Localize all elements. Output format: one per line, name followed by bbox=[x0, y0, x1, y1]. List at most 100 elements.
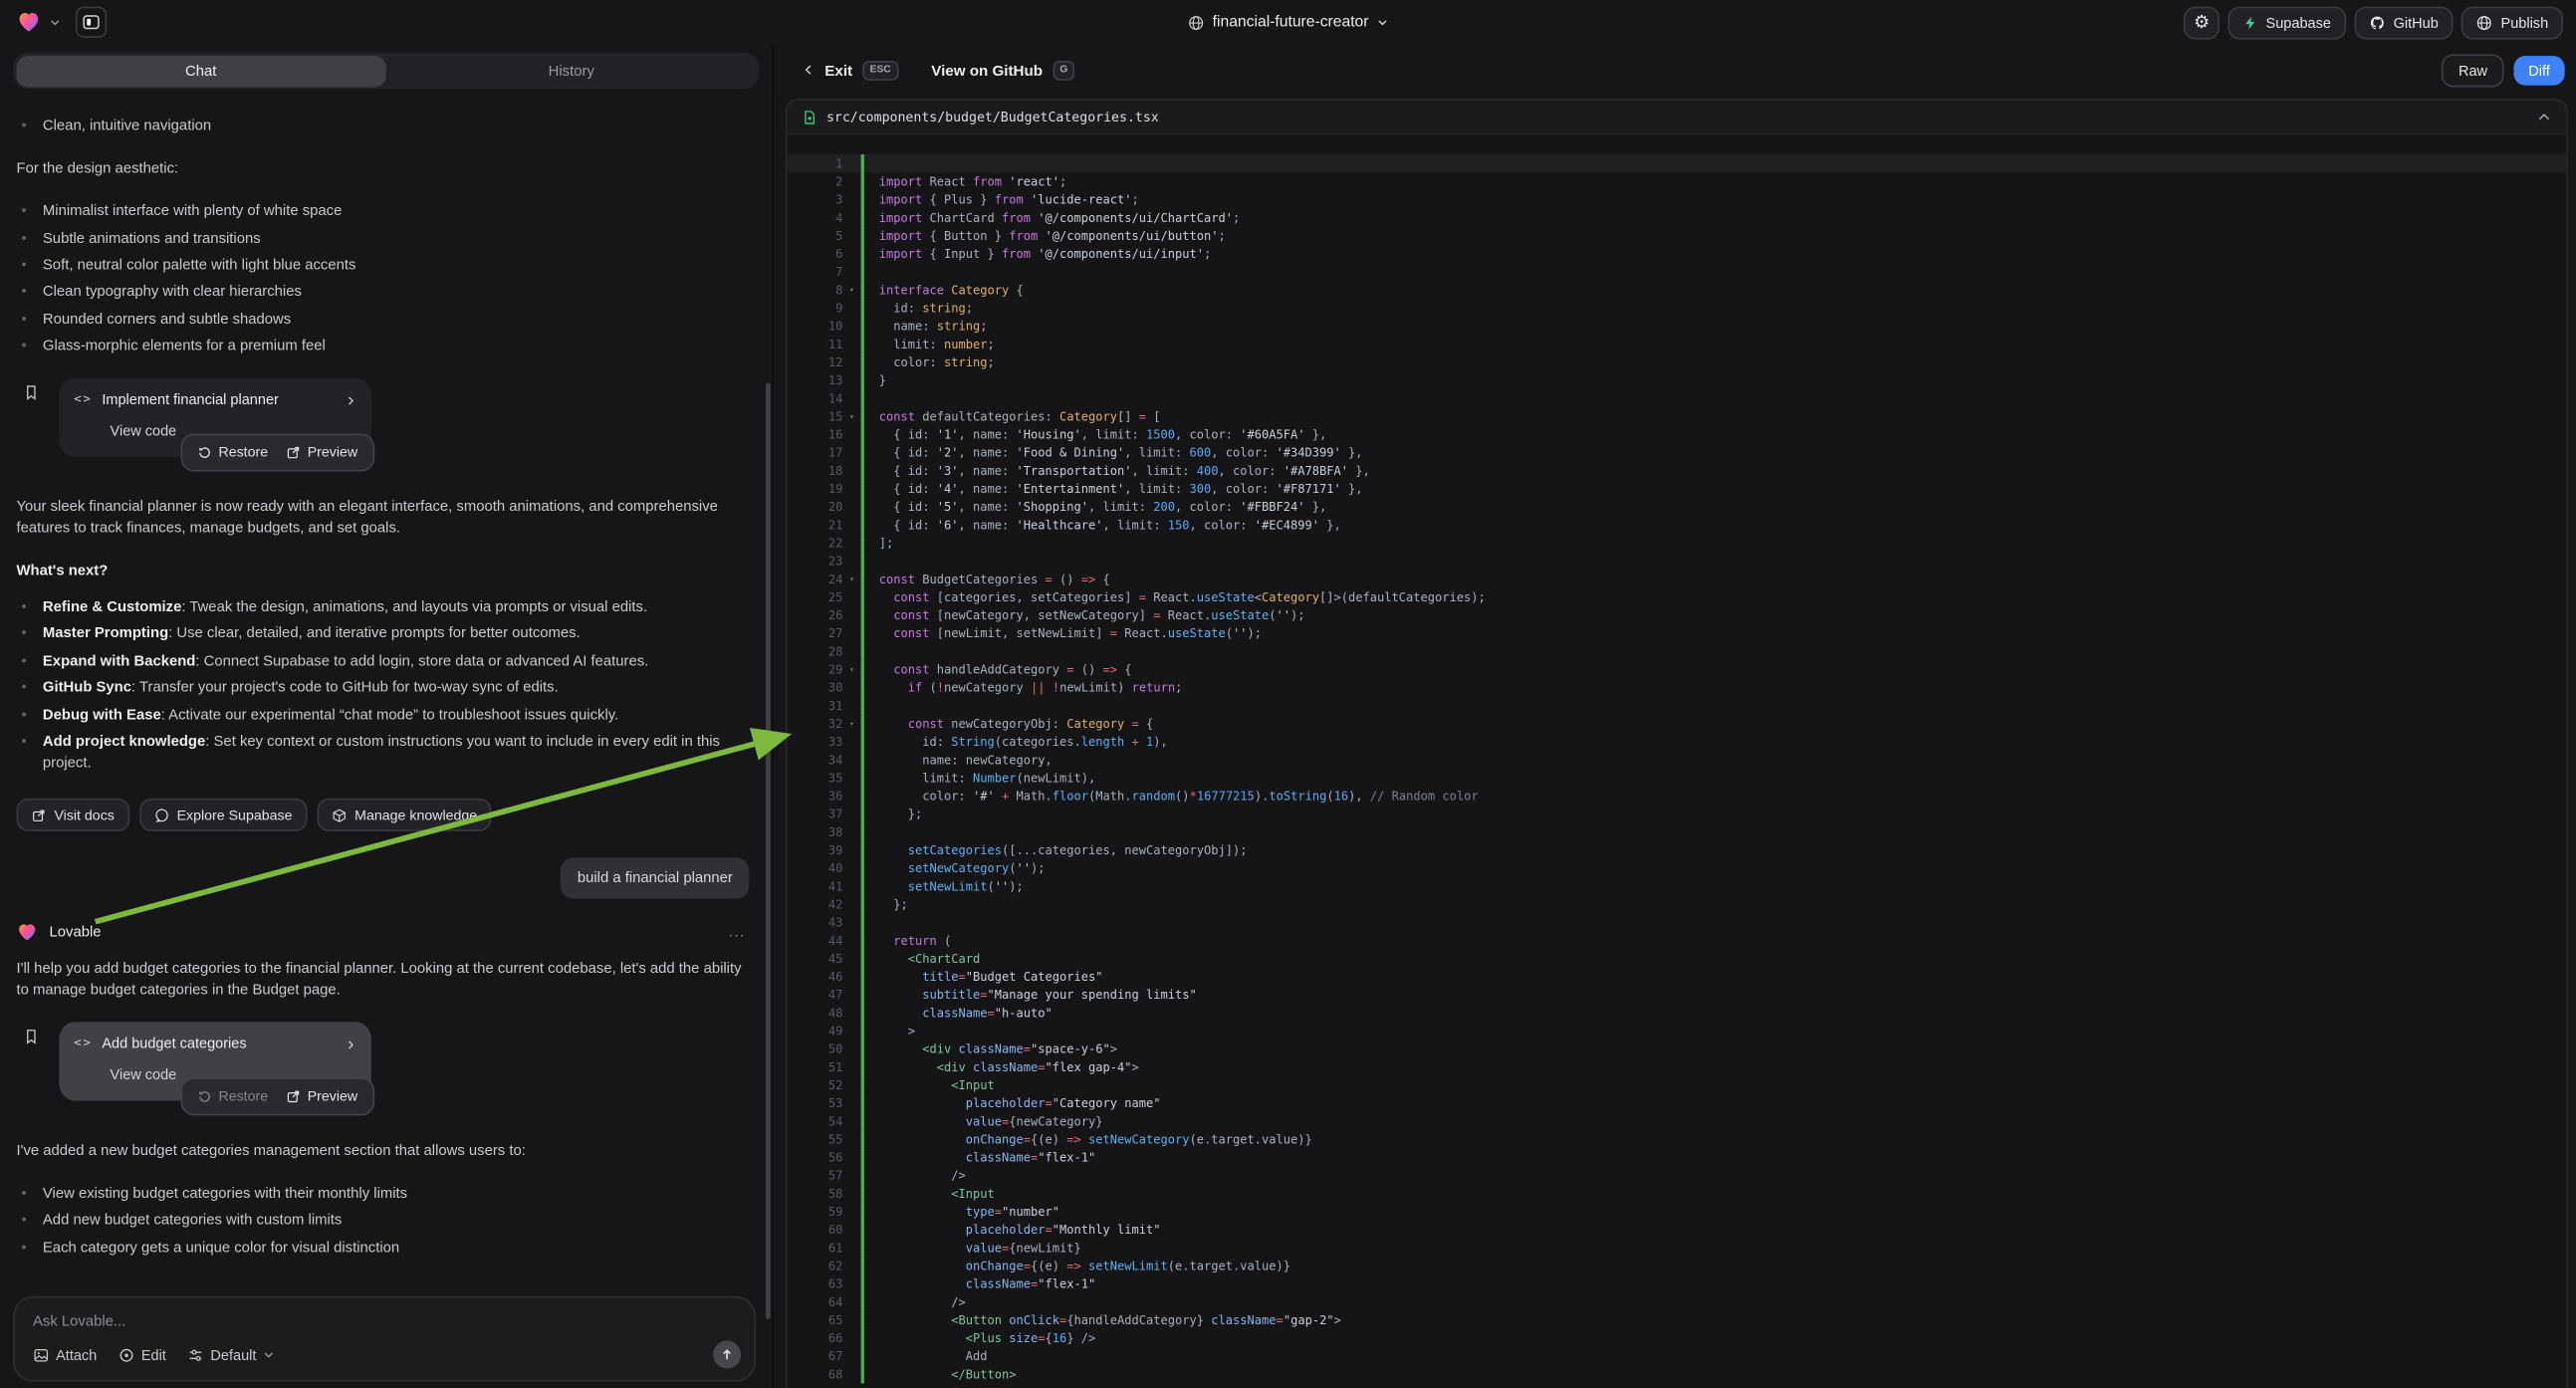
fold-marker bbox=[842, 190, 860, 208]
fold-marker bbox=[842, 227, 860, 245]
collapse-chevron-up-icon[interactable] bbox=[2537, 110, 2552, 124]
code-line: 14 bbox=[787, 389, 2566, 407]
line-number: 24 bbox=[787, 571, 842, 588]
fold-marker bbox=[842, 336, 860, 353]
bullet-item: Clean, intuitive navigation bbox=[17, 116, 753, 137]
fold-marker bbox=[842, 353, 860, 371]
code-toolbar: Exit ESC View on GitHub G Raw Diff bbox=[774, 45, 2576, 96]
supabase-button[interactable]: Supabase bbox=[2228, 6, 2346, 39]
restore-icon bbox=[197, 1089, 212, 1104]
sidebar-toggle-button[interactable] bbox=[76, 7, 107, 38]
attach-button[interactable]: Attach bbox=[33, 1346, 97, 1363]
file-path: src/components/budget/BudgetCategories.t… bbox=[826, 110, 1159, 124]
raw-toggle-button[interactable]: Raw bbox=[2442, 54, 2503, 87]
fold-marker: ▾ bbox=[842, 571, 860, 588]
code-brackets-icon: <> bbox=[74, 391, 92, 409]
diff-toggle-button[interactable]: Diff bbox=[2513, 55, 2564, 85]
fold-marker bbox=[842, 932, 860, 950]
explore-supabase-button[interactable]: Explore Supabase bbox=[139, 799, 308, 831]
bullet-item: Rounded corners and subtle shadows bbox=[17, 309, 753, 331]
fold-marker bbox=[842, 1094, 860, 1112]
line-number: 38 bbox=[787, 823, 842, 841]
fold-marker bbox=[842, 986, 860, 1004]
chat-input[interactable]: Ask Lovable... bbox=[15, 1298, 755, 1329]
line-number: 40 bbox=[787, 859, 842, 877]
code-line: 27 const [newLimit, setNewLimit] = React… bbox=[787, 624, 2566, 642]
file-added-icon bbox=[802, 108, 817, 125]
code-line: 66 <Plus size={16} /> bbox=[787, 1329, 2566, 1347]
line-number: 7 bbox=[787, 263, 842, 281]
line-number: 37 bbox=[787, 806, 842, 823]
fold-marker bbox=[842, 1004, 860, 1022]
fold-marker bbox=[842, 299, 860, 317]
fold-marker bbox=[842, 751, 860, 769]
line-number: 9 bbox=[787, 299, 842, 317]
visit-docs-button[interactable]: Visit docs bbox=[17, 799, 129, 831]
version-card-implement-financial-planner[interactable]: <> Implement financial planner View code bbox=[59, 378, 371, 456]
line-number: 15 bbox=[787, 407, 842, 425]
exit-button[interactable]: Exit ESC bbox=[802, 60, 898, 80]
whats-next-heading: What's next? bbox=[17, 561, 753, 582]
code-line: 33 id: String(categories.length + 1), bbox=[787, 733, 2566, 751]
mode-selector[interactable]: Default bbox=[187, 1346, 274, 1363]
assistant-header: Lovable ... bbox=[17, 922, 753, 944]
restore-button[interactable]: Restore bbox=[197, 1086, 268, 1107]
preview-button[interactable]: Preview bbox=[286, 1086, 357, 1107]
code-line: 60 placeholder="Monthly limit" bbox=[787, 1221, 2566, 1239]
version-card-add-budget-categories[interactable]: <> Add budget categories View code bbox=[59, 1023, 371, 1100]
fold-marker bbox=[842, 1239, 860, 1257]
bookmark-icon[interactable] bbox=[23, 1023, 59, 1100]
tab-history[interactable]: History bbox=[386, 55, 757, 86]
fold-marker bbox=[842, 154, 860, 172]
line-number: 29 bbox=[787, 660, 842, 678]
globe-icon bbox=[1188, 14, 1205, 31]
line-number: 46 bbox=[787, 968, 842, 986]
chevron-left-icon bbox=[802, 63, 815, 78]
fold-marker bbox=[842, 1347, 860, 1365]
fold-marker bbox=[842, 245, 860, 263]
fold-marker bbox=[842, 841, 860, 859]
message-menu-button[interactable]: ... bbox=[729, 922, 746, 944]
action-button-row: Visit docs Explore Supabase Manage knowl… bbox=[17, 799, 753, 831]
view-on-github-button[interactable]: View on GitHub G bbox=[931, 60, 1075, 80]
code-line: 68 </Button> bbox=[787, 1365, 2566, 1383]
send-button[interactable] bbox=[713, 1340, 741, 1368]
chevron-down-icon bbox=[263, 1349, 275, 1361]
project-switcher[interactable]: financial-future-creator bbox=[1188, 0, 1388, 45]
fold-marker bbox=[842, 1185, 860, 1203]
app-window: financial-future-creator ⚙ Supabase GitH… bbox=[0, 0, 2576, 1388]
fold-marker bbox=[842, 1257, 860, 1274]
lovable-heart-avatar bbox=[17, 922, 38, 943]
line-number: 35 bbox=[787, 769, 842, 787]
code-line: 61 value={newLimit} bbox=[787, 1239, 2566, 1257]
github-button[interactable]: GitHub bbox=[2354, 6, 2454, 39]
lovable-heart-logo bbox=[17, 10, 42, 35]
bookmark-icon[interactable] bbox=[23, 378, 59, 456]
code-line: 64 /> bbox=[787, 1293, 2566, 1311]
code-panel: Exit ESC View on GitHub G Raw Diff s bbox=[773, 45, 2576, 1388]
fold-marker bbox=[842, 1058, 860, 1076]
line-number: 49 bbox=[787, 1022, 842, 1040]
fold-marker bbox=[842, 859, 860, 877]
preview-button[interactable]: Preview bbox=[286, 442, 357, 463]
publish-button[interactable]: Publish bbox=[2461, 6, 2563, 39]
line-number: 41 bbox=[787, 877, 842, 895]
line-number: 51 bbox=[787, 1058, 842, 1076]
restore-button[interactable]: Restore bbox=[197, 442, 268, 463]
fold-marker bbox=[842, 172, 860, 190]
line-number: 5 bbox=[787, 227, 842, 245]
manage-knowledge-button[interactable]: Manage knowledge bbox=[317, 799, 492, 831]
settings-gear-button[interactable]: ⚙ bbox=[2184, 6, 2220, 39]
code-line: 6import { Input } from '@/components/ui/… bbox=[787, 245, 2566, 263]
code-line: 35 limit: Number(newLimit), bbox=[787, 769, 2566, 787]
edit-button[interactable]: Edit bbox=[118, 1346, 166, 1363]
chat-scrollbar[interactable] bbox=[766, 382, 771, 1319]
top-bar: financial-future-creator ⚙ Supabase GitH… bbox=[0, 0, 2576, 45]
code-line: 42 }; bbox=[787, 895, 2566, 913]
code-line: 17 { id: '2', name: 'Food & Dining', lim… bbox=[787, 444, 2566, 462]
code-line: 49 > bbox=[787, 1022, 2566, 1040]
fold-marker bbox=[842, 1130, 860, 1148]
tab-chat[interactable]: Chat bbox=[16, 55, 386, 86]
chevron-right-icon bbox=[346, 394, 357, 407]
logo-chevron-down-icon[interactable] bbox=[50, 17, 62, 29]
